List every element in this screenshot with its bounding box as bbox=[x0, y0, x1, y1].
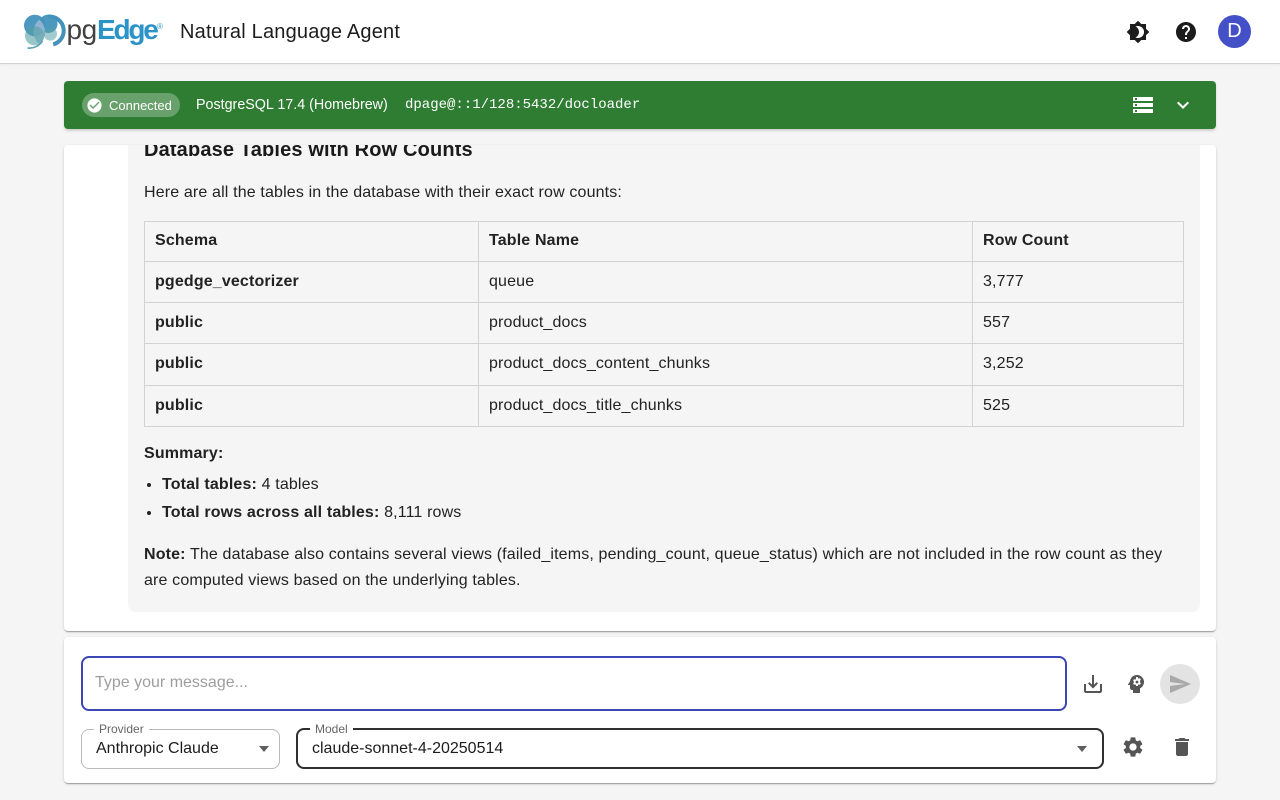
svg-text:Edge: Edge bbox=[97, 14, 158, 45]
svg-text:®: ® bbox=[157, 22, 163, 31]
svg-text:pg: pg bbox=[67, 14, 97, 45]
